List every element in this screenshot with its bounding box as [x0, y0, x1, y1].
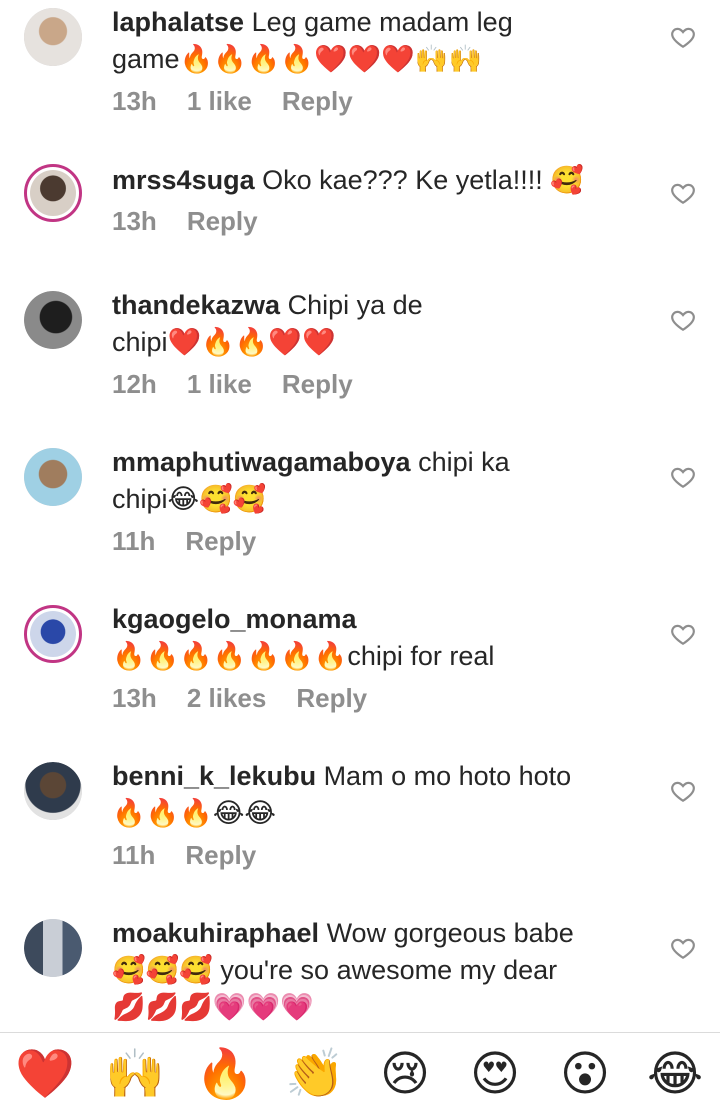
timestamp: 13h [112, 86, 157, 116]
avatar[interactable] [24, 8, 82, 66]
comment-meta: 13h Reply [112, 206, 258, 237]
comment-text: laphalatse Leg game madam leg game🔥🔥🔥🔥❤️… [112, 4, 652, 78]
heart-icon[interactable] [670, 307, 696, 333]
crying-emoji-button[interactable]: 😢 [370, 1047, 440, 1103]
comment-text: kgaogelo_monama 🔥🔥🔥🔥🔥🔥🔥chipi for real [112, 601, 652, 675]
heart-eyes-emoji-button[interactable]: 😍 [460, 1047, 530, 1103]
comment-meta: 11h Reply [112, 526, 256, 557]
avatar[interactable] [24, 919, 82, 977]
reply-button[interactable]: Reply [296, 683, 367, 714]
timestamp: 11h [112, 840, 156, 870]
laughing-emoji-button[interactable]: 😂 [640, 1047, 710, 1103]
comment-body: 🔥🔥🔥🔥🔥🔥🔥chipi for real [112, 641, 495, 671]
username[interactable]: benni_k_lekubu [112, 761, 316, 791]
emoji-quick-bar: ❤️ 🙌 🔥 👏 😢 😍 😮 😂 [0, 1033, 720, 1116]
comment-text: benni_k_lekubu Mam o mo hoto hoto 🔥🔥🔥😂😂 [112, 758, 652, 832]
comment-text: thandekazwa Chipi ya de chipi❤️🔥🔥❤️❤️ [112, 287, 652, 361]
avatar[interactable] [24, 762, 82, 820]
reply-button[interactable]: Reply [282, 86, 353, 117]
avatar[interactable] [24, 164, 82, 222]
timestamp: 13h [112, 206, 157, 236]
comment-text: moakuhiraphael Wow gorgeous babe 🥰🥰🥰 you… [112, 915, 652, 1026]
heart-icon[interactable] [670, 621, 696, 647]
heart-icon[interactable] [670, 464, 696, 490]
avatar[interactable] [24, 605, 82, 663]
comment-meta: 13h 2 likes Reply [112, 683, 367, 714]
comment-meta: 12h 1 like Reply [112, 369, 353, 400]
avatar[interactable] [24, 291, 82, 349]
username[interactable]: laphalatse [112, 7, 244, 37]
comment-meta: 13h 1 like Reply [112, 86, 353, 117]
heart-icon[interactable] [670, 180, 696, 206]
reply-button[interactable]: Reply [185, 840, 256, 871]
heart-icon[interactable] [670, 24, 696, 50]
likes-count[interactable]: 1 like [187, 369, 252, 400]
timestamp: 13h [112, 683, 157, 713]
comment-body: Oko kae??? Ke yetla!!!! 🥰 [254, 165, 584, 195]
username[interactable]: kgaogelo_monama [112, 604, 357, 634]
surprised-emoji-button[interactable]: 😮 [550, 1047, 620, 1103]
clap-emoji-button[interactable]: 👏 [280, 1047, 350, 1103]
timestamp: 11h [112, 526, 156, 556]
fire-emoji-button[interactable]: 🔥 [190, 1047, 260, 1103]
timestamp: 12h [112, 369, 157, 399]
reply-button[interactable]: Reply [187, 206, 258, 237]
comment-text: mrss4suga Oko kae??? Ke yetla!!!! 🥰 [112, 162, 652, 199]
heart-icon[interactable] [670, 778, 696, 804]
username[interactable]: mmaphutiwagamaboya [112, 447, 411, 477]
comment-text: mmaphutiwagamaboya chipi ka chipi😂🥰🥰 [112, 444, 652, 518]
likes-count[interactable]: 2 likes [187, 683, 267, 714]
reply-button[interactable]: Reply [282, 369, 353, 400]
reply-button[interactable]: Reply [185, 526, 256, 557]
likes-count[interactable]: 1 like [187, 86, 252, 117]
heart-emoji-button[interactable]: ❤️ [10, 1047, 80, 1103]
avatar[interactable] [24, 448, 82, 506]
username[interactable]: moakuhiraphael [112, 918, 319, 948]
heart-icon[interactable] [670, 935, 696, 961]
username[interactable]: mrss4suga [112, 165, 255, 195]
username[interactable]: thandekazwa [112, 290, 280, 320]
raised-hands-emoji-button[interactable]: 🙌 [100, 1047, 170, 1103]
comment-meta: 11h Reply [112, 840, 256, 871]
